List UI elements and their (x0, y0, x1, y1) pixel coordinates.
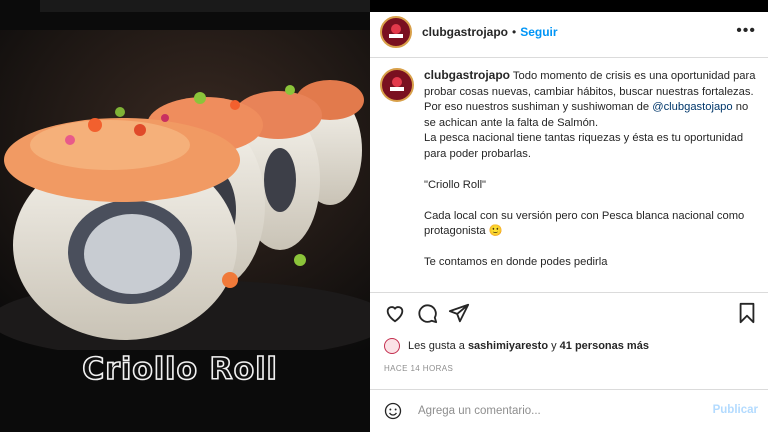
image-caption: Criollo Roll (81, 351, 278, 388)
post-header: clubgastrojapo • Seguir ••• (370, 12, 768, 52)
more-options-icon[interactable]: ••• (736, 22, 756, 40)
likes-others-link[interactable]: 41 personas más (560, 340, 649, 352)
caption-line-4: "Criollo Roll" (424, 178, 487, 191)
caption-text: clubgastrojapo Todo momento de crisis es… (424, 68, 760, 271)
caption-username[interactable]: clubgastrojapo (424, 68, 510, 82)
header-divider (370, 57, 768, 58)
add-comment-bar: Publicar (370, 390, 768, 432)
liker-avatar[interactable] (384, 338, 400, 354)
share-icon[interactable] (448, 302, 470, 324)
heart-icon[interactable] (384, 302, 406, 324)
emoji-icon[interactable] (384, 402, 402, 420)
sushi-photo (0, 30, 370, 350)
caption-line-2a: Por eso nuestros sushiman y sushiwoman d… (424, 101, 653, 113)
caption-line-6: Te contamos en donde podes pedirla (424, 256, 608, 268)
liker-username[interactable]: sashimiyaresto (468, 340, 548, 352)
caption-author-avatar[interactable] (380, 68, 414, 102)
caption-comment: clubgastrojapo Todo momento de crisis es… (380, 68, 760, 271)
author-username[interactable]: clubgastrojapo (422, 25, 508, 39)
action-bar (384, 302, 758, 324)
caption-line-5: Cada local con su versión pero con Pesca… (424, 209, 745, 238)
mention-link[interactable]: @clubgastojapo (652, 101, 732, 113)
likes-middle: y (551, 340, 557, 352)
separator-dot: • (512, 25, 517, 39)
likes-summary: Les gusta a sashimiyaresto y 41 personas… (384, 338, 649, 354)
post-panel: clubgastrojapo • Seguir ••• clubgastroja… (370, 12, 768, 432)
post-image: Criollo Roll (0, 0, 370, 432)
comment-icon[interactable] (416, 302, 438, 324)
photo-top-strip (40, 0, 370, 12)
likes-prefix: Les gusta a (408, 340, 465, 352)
bookmark-icon[interactable] (736, 302, 758, 324)
comment-input[interactable] (418, 405, 698, 417)
actions-divider (370, 292, 768, 293)
author-avatar[interactable] (380, 16, 412, 48)
logo-icon (389, 24, 403, 38)
follow-button[interactable]: Seguir (520, 25, 557, 39)
publish-button[interactable]: Publicar (713, 404, 758, 416)
caption-line-3: La pesca nacional tiene tantas riquezas … (424, 132, 744, 160)
post-timestamp[interactable]: HACE 14 HORAS (384, 364, 453, 373)
logo-icon (390, 77, 404, 91)
